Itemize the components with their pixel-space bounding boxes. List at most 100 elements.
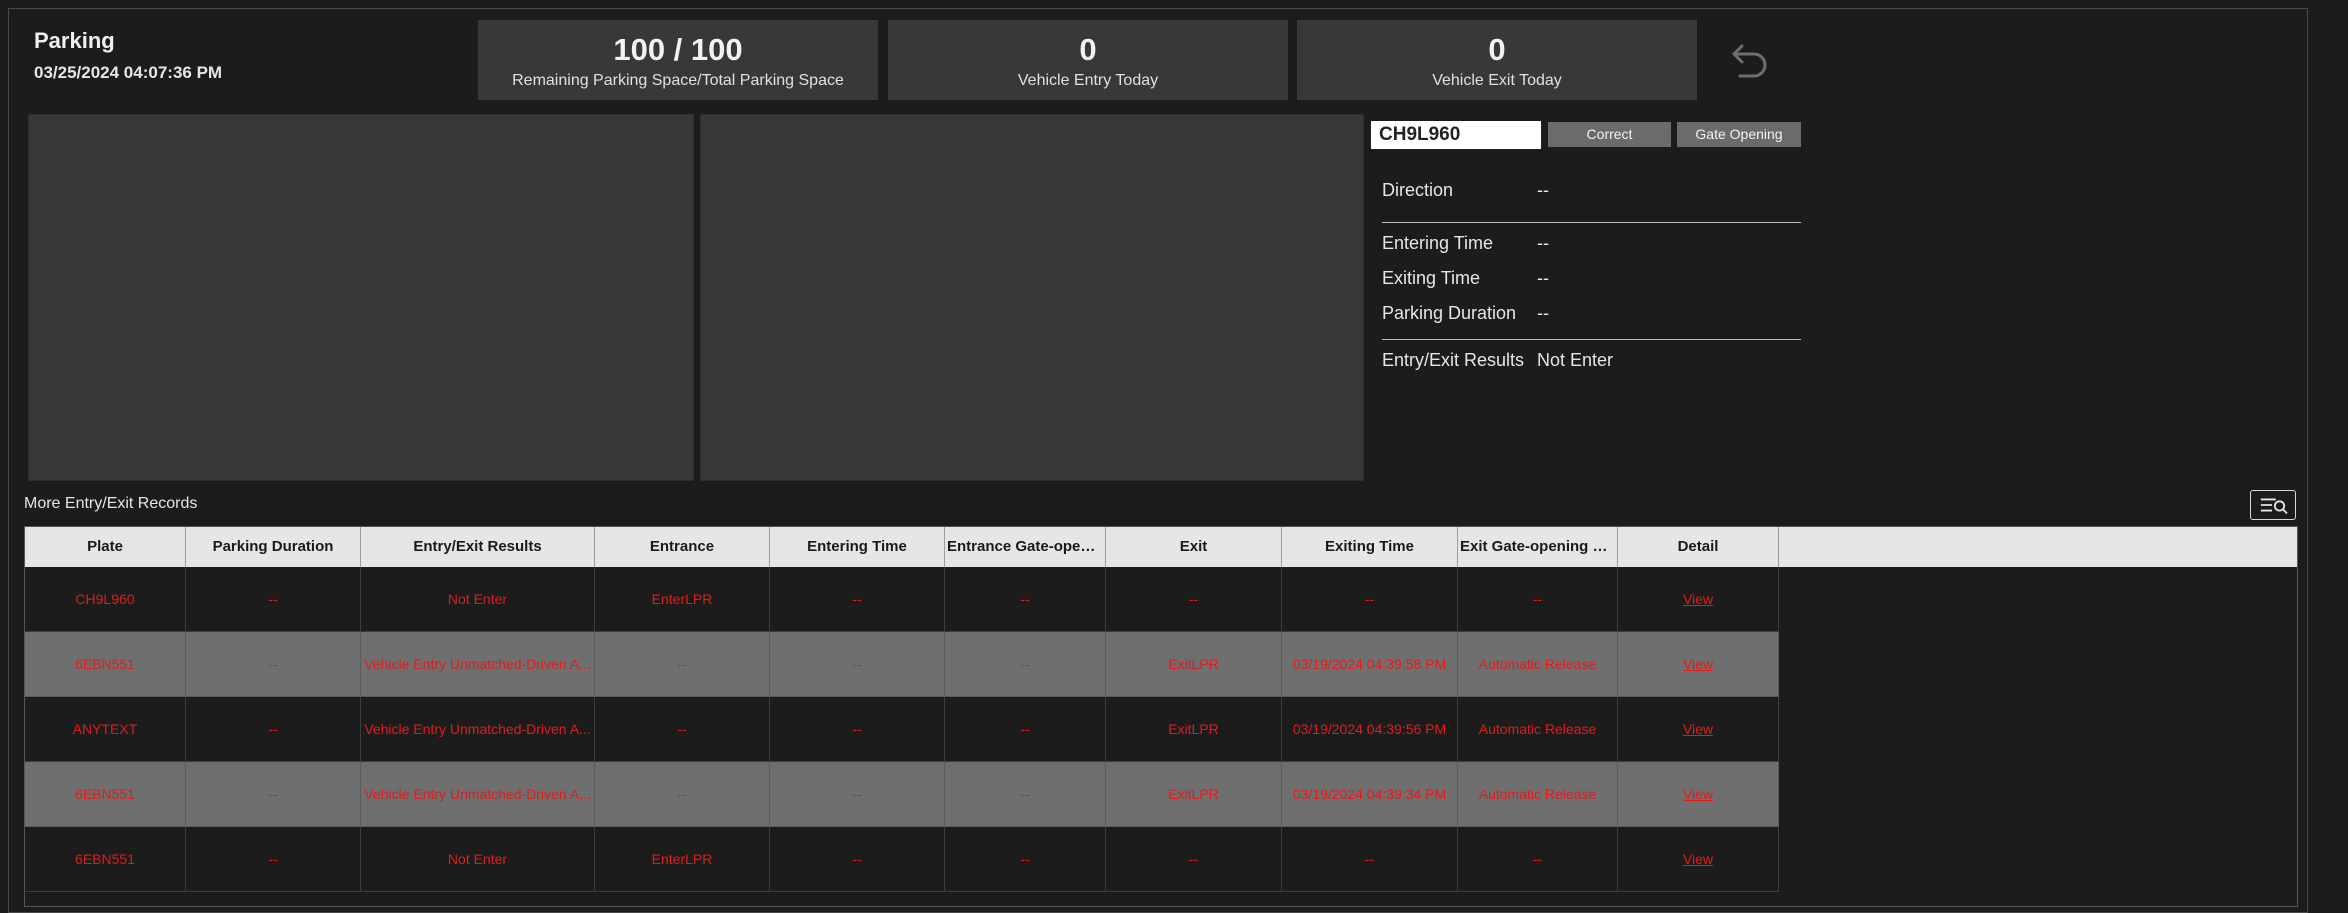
entering-time-label: Entering Time — [1382, 233, 1494, 253]
cell-plate: ANYTEXT — [25, 697, 186, 762]
direction-value: -- — [1537, 180, 1549, 200]
entry-today-value: 0 — [1079, 32, 1097, 67]
entry-camera-view — [28, 114, 694, 481]
cell-exiting-time: 03/19/2024 04:39:56 PM — [1282, 697, 1458, 762]
remaining-space-label: Remaining Parking Space/Total Parking Sp… — [512, 72, 844, 90]
table-row[interactable]: 6EBN551 -- Vehicle Entry Unmatched-Driven … — [25, 762, 1779, 827]
cell-results: Vehicle Entry Unmatched-Driven A... — [361, 762, 595, 827]
table-row[interactable]: 6EBN551 -- Not Enter EnterLPR -- -- -- -- -- View — [25, 827, 1779, 892]
cell-parking-duration: -- — [186, 762, 361, 827]
table-header-row: Plate Parking Duration Entry/Exit Results E… — [25, 527, 2297, 567]
column-header-exiting-time[interactable]: Exiting Time — [1282, 527, 1458, 567]
exiting-time-value: -- — [1537, 268, 1549, 288]
cell-entering-time: -- — [770, 697, 945, 762]
page-title: Parking — [34, 28, 115, 53]
detail-divider — [1382, 339, 1801, 340]
cell-exiting-time: -- — [1282, 827, 1458, 892]
undo-icon[interactable] — [1730, 38, 1772, 82]
column-header-detail[interactable]: Detail — [1618, 527, 1779, 567]
cell-entrance-gate: -- — [945, 762, 1106, 827]
cell-entering-time: -- — [770, 827, 945, 892]
column-header-parking-duration[interactable]: Parking Duration — [186, 527, 361, 567]
cell-entrance-gate: -- — [945, 567, 1106, 632]
exit-today-card: 0 Vehicle Exit Today — [1297, 20, 1697, 100]
cell-entrance: EnterLPR — [595, 567, 770, 632]
cell-exit-gate-way: -- — [1458, 567, 1618, 632]
view-detail-link[interactable]: View — [1683, 786, 1713, 802]
cell-parking-duration: -- — [186, 632, 361, 697]
view-detail-link[interactable]: View — [1683, 851, 1713, 867]
cell-detail: View — [1618, 567, 1779, 632]
cell-entrance-gate: -- — [945, 697, 1106, 762]
table-row[interactable]: 6EBN551 -- Vehicle Entry Unmatched-Driven … — [25, 632, 1779, 697]
view-detail-link[interactable]: View — [1683, 656, 1713, 672]
cell-exit: -- — [1106, 827, 1282, 892]
direction-label: Direction — [1382, 180, 1454, 200]
cell-exiting-time: 03/19/2024 04:39:34 PM — [1282, 762, 1458, 827]
column-header-entrance-gate[interactable]: Entrance Gate-openin... — [945, 527, 1106, 567]
cell-entrance-gate: -- — [945, 632, 1106, 697]
cell-exit: -- — [1106, 567, 1282, 632]
exiting-time-label: Exiting Time — [1382, 268, 1481, 288]
current-datetime: 03/25/2024 04:07:36 PM — [34, 63, 223, 82]
cell-exit: ExitLPR — [1106, 697, 1282, 762]
column-header-entrance[interactable]: Entrance — [595, 527, 770, 567]
view-detail-link[interactable]: View — [1683, 721, 1713, 737]
entry-today-card: 0 Vehicle Entry Today — [888, 20, 1288, 100]
cell-detail: View — [1618, 762, 1779, 827]
cell-exit-gate-way: Automatic Release — [1458, 697, 1618, 762]
list-search-icon[interactable] — [2250, 490, 2296, 520]
cell-entrance: -- — [595, 762, 770, 827]
cell-entrance: EnterLPR — [595, 827, 770, 892]
cell-plate: CH9L960 — [25, 567, 186, 632]
cell-exit-gate-way: Automatic Release — [1458, 762, 1618, 827]
view-detail-link[interactable]: View — [1683, 591, 1713, 607]
cell-parking-duration: -- — [186, 567, 361, 632]
column-header-exit[interactable]: Exit — [1106, 527, 1282, 567]
records-title: More Entry/Exit Records — [24, 495, 198, 512]
results-value: Not Enter — [1537, 350, 1614, 370]
table-row[interactable]: ANYTEXT -- Vehicle Entry Unmatched-Driven … — [25, 697, 1779, 762]
cell-parking-duration: -- — [186, 697, 361, 762]
cell-detail: View — [1618, 632, 1779, 697]
cell-entering-time: -- — [770, 762, 945, 827]
correct-button[interactable]: Correct — [1548, 122, 1671, 147]
entry-today-label: Vehicle Entry Today — [1017, 72, 1159, 90]
cell-entrance: -- — [595, 632, 770, 697]
cell-detail: View — [1618, 697, 1779, 762]
column-header-entering-time[interactable]: Entering Time — [770, 527, 945, 567]
remaining-space-card: 100 / 100 Remaining Parking Space/Total … — [478, 20, 878, 100]
parking-duration-label: Parking Duration — [1382, 303, 1517, 323]
exit-today-value: 0 — [1488, 32, 1506, 67]
table-row[interactable]: CH9L960 -- Not Enter EnterLPR -- -- -- -- -- View — [25, 567, 1779, 632]
cell-exit: ExitLPR — [1106, 632, 1282, 697]
cell-plate: 6EBN551 — [25, 762, 186, 827]
parking-duration-value: -- — [1537, 303, 1549, 323]
cell-exit-gate-way: Automatic Release — [1458, 632, 1618, 697]
exit-camera-view — [700, 114, 1364, 481]
cell-results: Vehicle Entry Unmatched-Driven A... — [361, 697, 595, 762]
exit-today-label: Vehicle Exit Today — [1432, 72, 1562, 90]
plate-number-input[interactable] — [1371, 121, 1541, 149]
cell-plate: 6EBN551 — [25, 632, 186, 697]
cell-exiting-time: 03/19/2024 04:39:58 PM — [1282, 632, 1458, 697]
cell-plate: 6EBN551 — [25, 827, 186, 892]
cell-parking-duration: -- — [186, 827, 361, 892]
cell-entrance-gate: -- — [945, 827, 1106, 892]
cell-results: Not Enter — [361, 827, 595, 892]
records-table: Plate Parking Duration Entry/Exit Results E… — [24, 526, 2298, 907]
gate-opening-button[interactable]: Gate Opening — [1677, 122, 1801, 147]
cell-exit-gate-way: -- — [1458, 827, 1618, 892]
results-label: Entry/Exit Results — [1382, 350, 1525, 370]
cell-results: Vehicle Entry Unmatched-Driven A... — [361, 632, 595, 697]
cell-entering-time: -- — [770, 632, 945, 697]
entering-time-value: -- — [1537, 233, 1549, 253]
cell-exit: ExitLPR — [1106, 762, 1282, 827]
remaining-space-value: 100 / 100 — [613, 32, 743, 67]
cell-entrance: -- — [595, 697, 770, 762]
column-header-plate[interactable]: Plate — [25, 527, 186, 567]
column-header-results[interactable]: Entry/Exit Results — [361, 527, 595, 567]
column-header-exit-gate-way[interactable]: Exit Gate-opening Way — [1458, 527, 1618, 567]
cell-detail: View — [1618, 827, 1779, 892]
cell-results: Not Enter — [361, 567, 595, 632]
